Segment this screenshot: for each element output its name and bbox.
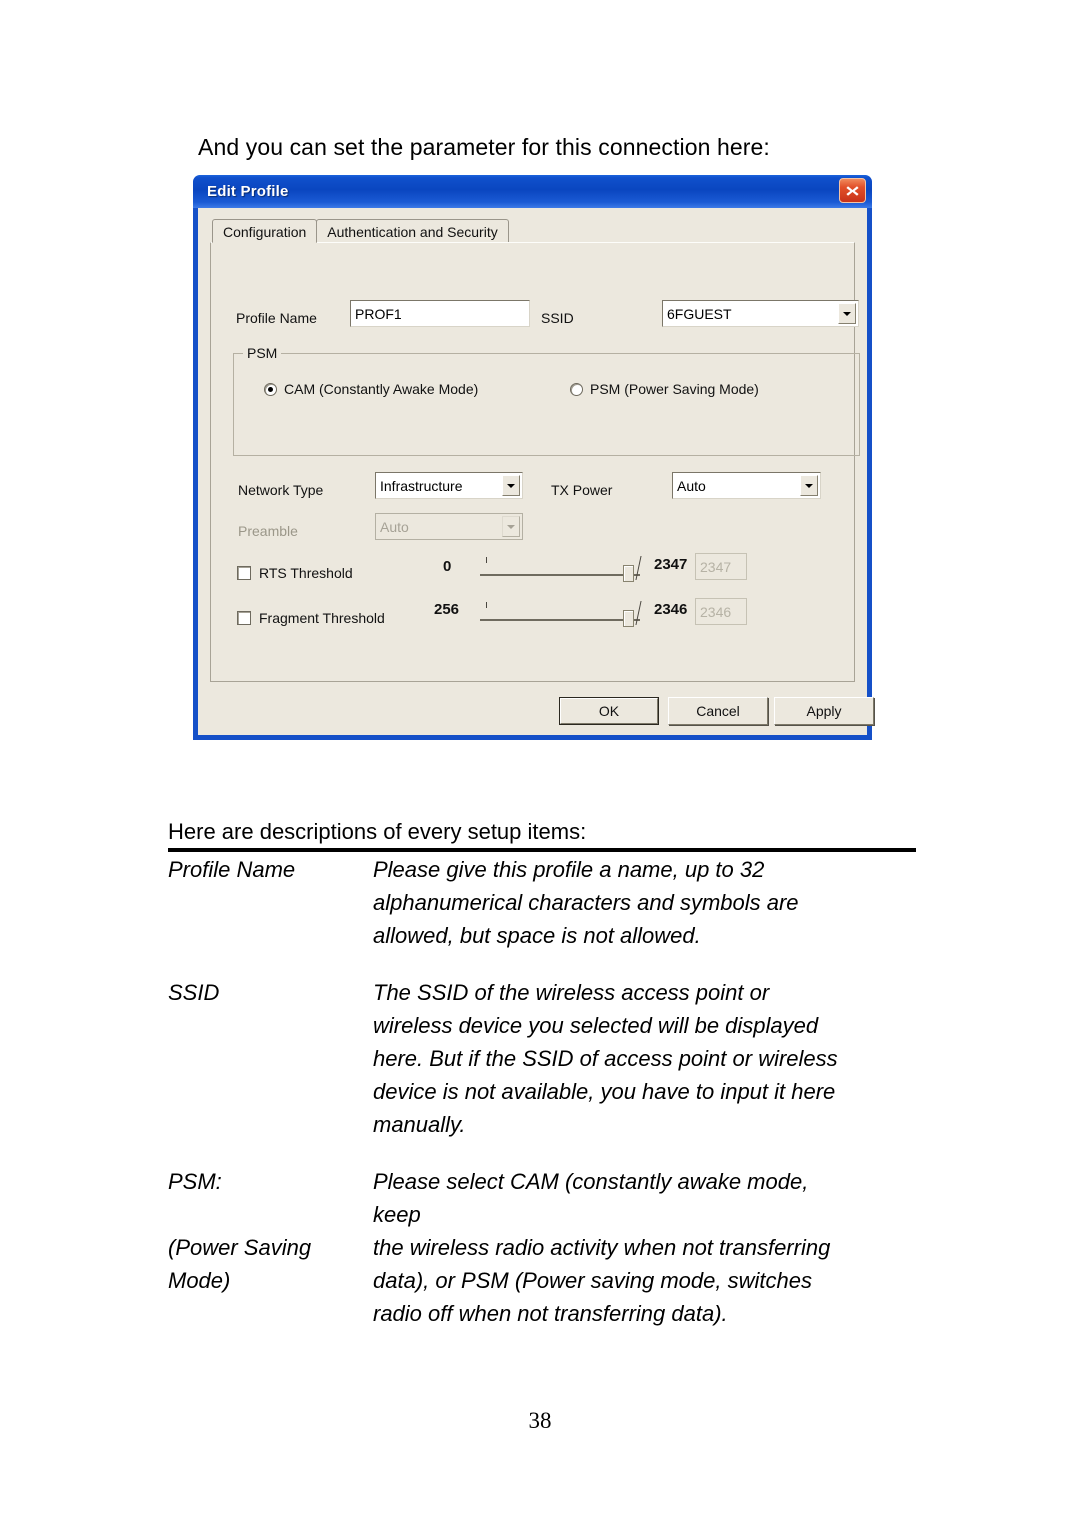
dialog-titlebar: Edit Profile (193, 175, 872, 208)
cancel-button[interactable]: Cancel (668, 697, 768, 725)
term-line: PSM: (168, 1169, 222, 1194)
network-type-combobox[interactable]: Infrastructure (375, 472, 523, 499)
network-type-label: Network Type (238, 482, 324, 498)
fragment-slider-thumb[interactable] (623, 610, 634, 627)
term-psm: PSM: (Power Saving Mode) (168, 1165, 373, 1330)
close-icon[interactable] (839, 178, 866, 203)
definition-line: the wireless radio activity when not tra… (373, 1235, 831, 1260)
term-line: Profile Name (168, 857, 296, 882)
tab-configuration-label: Configuration (223, 224, 307, 240)
chevron-down-icon[interactable] (838, 303, 856, 324)
setup-items-table: Profile Name Please give this profile a … (168, 853, 936, 1354)
apply-button[interactable]: Apply (774, 697, 874, 725)
rts-threshold-checkbox-mark (237, 566, 251, 580)
cancel-button-label: Cancel (696, 703, 740, 719)
rts-threshold-checkbox[interactable]: RTS Threshold (237, 565, 353, 581)
table-row: SSID The SSID of the wireless access poi… (168, 976, 936, 1141)
definition-line: keep (373, 1202, 421, 1227)
definition-line: radio off when not transferring data). (373, 1301, 728, 1326)
rts-threshold-min: 0 (443, 558, 452, 575)
definition-line: Please select CAM (constantly awake mode… (373, 1169, 809, 1194)
fragment-threshold-label: Fragment Threshold (259, 610, 385, 626)
definition-line: device is not available, you have to inp… (373, 1079, 836, 1104)
dialog-title: Edit Profile (207, 183, 289, 200)
chevron-down-icon[interactable] (502, 475, 520, 496)
definition-psm: Please select CAM (constantly awake mode… (373, 1165, 936, 1330)
term-line: SSID (168, 980, 220, 1005)
tabstrip: Configuration Authentication and Securit… (212, 218, 509, 243)
fragment-slider-tick-right (635, 601, 642, 625)
rts-slider-track (480, 574, 640, 576)
chevron-down-icon[interactable] (800, 475, 818, 496)
definition-profile-name: Please give this profile a name, up to 3… (373, 853, 936, 952)
definition-line: data), or PSM (Power saving mode, switch… (373, 1268, 812, 1293)
definition-line: Please give this profile a name, up to 3… (373, 857, 765, 882)
term-line: (Power Saving (168, 1235, 312, 1260)
term-ssid: SSID (168, 976, 373, 1141)
ssid-value: 6FGUEST (667, 305, 732, 322)
tx-power-label: TX Power (551, 482, 613, 498)
rts-threshold-max: 2347 (654, 556, 688, 573)
edit-profile-dialog: Edit Profile Configuration Authenticatio… (193, 175, 874, 740)
profile-name-input[interactable]: PROF1 (350, 300, 530, 327)
rts-slider-tick-right (635, 556, 642, 580)
fragment-threshold-min: 256 (434, 601, 460, 618)
ok-button-label: OK (598, 703, 620, 719)
radio-cam[interactable]: CAM (Constantly Awake Mode) (264, 381, 478, 397)
ssid-label: SSID (541, 310, 574, 326)
network-type-value: Infrastructure (380, 477, 463, 494)
psm-groupbox-legend: PSM (243, 345, 282, 361)
preamble-value: Auto (380, 518, 409, 535)
ssid-combobox[interactable]: 6FGUEST (662, 300, 859, 327)
heading-underline (168, 848, 916, 852)
fragment-threshold-checkbox-mark (237, 611, 251, 625)
fragment-slider-track (480, 619, 640, 621)
definition-line: wireless device you selected will be dis… (373, 1013, 819, 1038)
fragment-threshold-slider[interactable] (480, 598, 642, 628)
term-line: Mode) (168, 1268, 231, 1293)
radio-psm[interactable]: PSM (Power Saving Mode) (570, 381, 759, 397)
radio-cam-label: CAM (Constantly Awake Mode) (284, 381, 479, 397)
definition-line: allowed, but space is not allowed. (373, 923, 701, 948)
preamble-label: Preamble (238, 523, 298, 539)
definition-line: manually. (373, 1112, 466, 1137)
term-profile-name: Profile Name (168, 853, 373, 952)
fragment-slider-tick-left (486, 602, 487, 608)
fragment-threshold-value: 2346 (695, 598, 747, 625)
tx-power-combobox[interactable]: Auto (672, 472, 821, 499)
chevron-down-icon (502, 516, 520, 537)
rts-slider-thumb[interactable] (623, 565, 634, 582)
fragment-threshold-checkbox[interactable]: Fragment Threshold (237, 610, 385, 626)
dialog-body: Configuration Authentication and Securit… (198, 208, 874, 735)
table-row: Profile Name Please give this profile a … (168, 853, 936, 952)
radio-cam-mark (264, 382, 277, 396)
definition-ssid: The SSID of the wireless access point or… (373, 976, 936, 1141)
rts-threshold-value: 2347 (695, 553, 747, 580)
tab-authentication-and-security-label: Authentication and Security (327, 224, 498, 240)
fragment-threshold-max: 2346 (654, 601, 688, 618)
table-row: PSM: (Power Saving Mode) Please select C… (168, 1165, 936, 1330)
radio-psm-mark (570, 382, 583, 396)
apply-button-label: Apply (806, 703, 842, 719)
tx-power-value: Auto (677, 477, 706, 494)
configuration-panel: Profile Name PROF1 SSID 6FGUEST PSM CAM … (210, 242, 860, 682)
rts-slider-tick-left (486, 557, 487, 563)
tab-configuration[interactable]: Configuration (212, 219, 318, 243)
definition-line: The SSID of the wireless access point or (373, 980, 770, 1005)
profile-name-label: Profile Name (236, 310, 317, 326)
definition-line: here. But if the SSID of access point or… (373, 1046, 838, 1071)
radio-psm-label: PSM (Power Saving Mode) (590, 381, 759, 397)
rts-threshold-slider[interactable] (480, 553, 642, 583)
intro-paragraph: And you can set the parameter for this c… (198, 134, 770, 160)
ok-button[interactable]: OK (559, 697, 659, 725)
definition-line: alphanumerical characters and symbols ar… (373, 890, 799, 915)
psm-groupbox: PSM CAM (Constantly Awake Mode) PSM (Pow… (233, 345, 860, 456)
rts-threshold-label: RTS Threshold (259, 565, 353, 581)
tab-authentication-and-security[interactable]: Authentication and Security (316, 219, 509, 243)
term-spacer (168, 1198, 373, 1231)
preamble-combobox: Auto (375, 513, 523, 540)
descriptions-heading: Here are descriptions of every setup ite… (168, 819, 587, 844)
page-number: 38 (528, 1408, 552, 1433)
